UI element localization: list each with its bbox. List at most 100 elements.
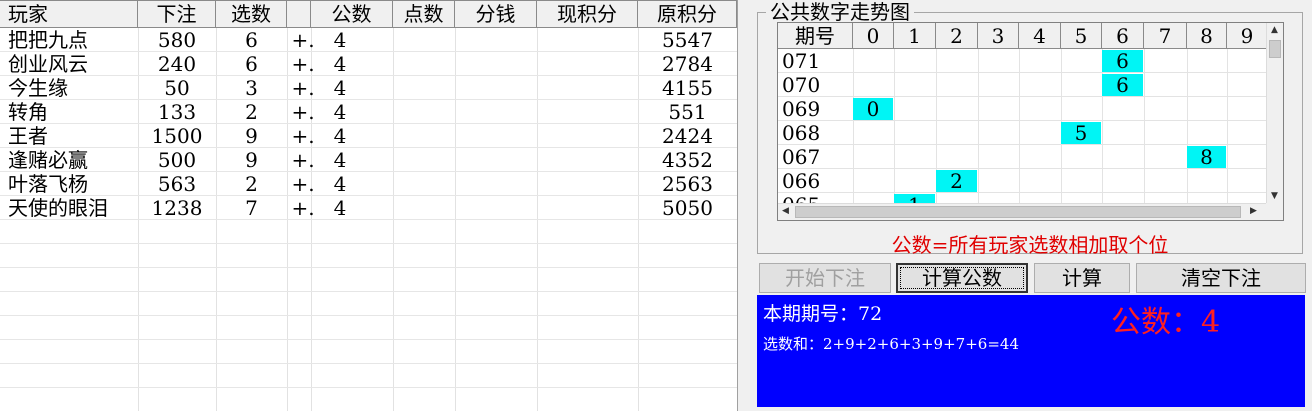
pick-cell: 6 — [245, 52, 258, 76]
header-blank[interactable] — [287, 0, 311, 28]
trend-grid[interactable]: 期号01234567890716070606900685067806620651… — [777, 22, 1284, 221]
table-row[interactable]: 把把九点 580 6 +. 4 5547 — [0, 28, 737, 52]
original-score-cell: 2563 — [662, 172, 713, 196]
trend-header-digit: 1 — [894, 23, 936, 49]
trend-horizontal-scrollbar[interactable]: ◀ ▶ — [778, 203, 1268, 220]
trend-period-label: 067 — [782, 145, 821, 169]
vertical-scroll-thumb[interactable] — [1269, 40, 1281, 58]
calculate-button[interactable]: 计算 — [1034, 263, 1130, 293]
result-panel: 本期期号：72 选数和：2+9+2+6+3+9+7+6=44 公数：4 — [757, 295, 1305, 407]
table-row[interactable]: 叶落飞杨 563 2 +. 4 2563 — [0, 172, 737, 196]
code-cell: 4 — [333, 124, 347, 148]
points-cell — [393, 124, 455, 148]
trend-period-label: 068 — [782, 121, 821, 145]
start-betting-button[interactable]: 开始下注 — [759, 263, 891, 293]
picks-sum: 选数和：2+9+2+6+3+9+7+6=44 — [763, 335, 1019, 353]
horizontal-scroll-thumb[interactable] — [795, 206, 1241, 218]
header-pick[interactable]: 选数 — [216, 0, 287, 28]
header-original-score[interactable]: 原积分 — [638, 0, 737, 28]
bet-cell: 240 — [157, 52, 197, 76]
scroll-up-icon[interactable]: ▲ — [1271, 25, 1278, 35]
player-name-cell: 天使的眼泪 — [8, 196, 108, 220]
points-cell — [393, 76, 455, 100]
pick-cell: 9 — [245, 124, 258, 148]
player-name-cell: 王者 — [8, 124, 48, 148]
table-row[interactable]: 王者 1500 9 +. 4 2424 — [0, 124, 737, 148]
bet-cell: 580 — [157, 28, 197, 52]
scroll-left-icon[interactable]: ◀ — [782, 206, 789, 216]
points-cell — [393, 172, 455, 196]
public-code-result: 公数：4 — [1111, 305, 1221, 340]
code-cell: 4 — [333, 148, 347, 172]
player-name-cell: 创业风云 — [8, 52, 88, 76]
header-current-score[interactable]: 现积分 — [537, 0, 638, 28]
player-name-cell: 今生缘 — [8, 76, 68, 100]
table-row[interactable]: 创业风云 240 6 +. 4 2784 — [0, 52, 737, 76]
table-row[interactable] — [0, 388, 737, 411]
table-row[interactable] — [0, 220, 737, 244]
trend-digit-mark: 6 — [1102, 50, 1143, 72]
trend-header-digit: 8 — [1187, 23, 1227, 49]
current-score-cell — [537, 124, 638, 148]
money-cell — [455, 76, 537, 100]
points-cell — [393, 52, 455, 76]
current-score-cell — [537, 172, 638, 196]
header-money[interactable]: 分钱 — [455, 0, 537, 28]
money-cell — [455, 28, 537, 52]
bet-cell: 50 — [164, 76, 190, 100]
current-period: 本期期号：72 — [763, 303, 883, 325]
original-score-cell: 2424 — [662, 124, 713, 148]
trend-vertical-scrollbar[interactable]: ▲ ▼ — [1266, 23, 1283, 204]
trend-header-digit: 5 — [1061, 23, 1102, 49]
header-player[interactable]: 玩家 — [0, 0, 138, 28]
trend-header-digit: 2 — [936, 23, 978, 49]
money-cell — [455, 100, 537, 124]
header-points[interactable]: 点数 — [393, 0, 455, 28]
code-cell: 4 — [333, 76, 347, 100]
table-row[interactable] — [0, 364, 737, 388]
money-cell — [455, 124, 537, 148]
table-row[interactable]: 天使的眼泪 1238 7 +. 4 5050 — [0, 196, 737, 220]
trend-header-period: 期号 — [778, 23, 853, 49]
player-name-cell: 叶落飞杨 — [8, 172, 88, 196]
header-bet[interactable]: 下注 — [138, 0, 216, 28]
header-code[interactable]: 公数 — [311, 0, 393, 28]
pick-cell: 9 — [245, 148, 258, 172]
table-row[interactable]: 转角 133 2 +. 4 551 — [0, 100, 737, 124]
table-row[interactable] — [0, 292, 737, 316]
calculate-code-button[interactable]: 计算公数 — [896, 263, 1028, 293]
trend-digit-mark: 5 — [1061, 122, 1101, 144]
current-score-cell — [537, 28, 638, 52]
money-cell — [455, 172, 537, 196]
trend-row — [778, 169, 1268, 193]
current-score-cell — [537, 148, 638, 172]
scroll-right-icon[interactable]: ▶ — [1250, 206, 1257, 216]
trend-digit-mark: 2 — [936, 170, 977, 192]
player-name-cell: 把把九点 — [8, 28, 88, 52]
pick-cell: 2 — [245, 172, 258, 196]
money-cell — [455, 196, 537, 220]
players-grid[interactable]: 玩家 下注 选数 公数 点数 分钱 现积分 原积分 把把九点 580 6 +. 4 5547 创业风云 24… — [0, 0, 738, 411]
money-cell — [455, 52, 537, 76]
bet-cell: 1238 — [151, 196, 203, 220]
table-row[interactable] — [0, 340, 737, 364]
bet-cell: 500 — [157, 148, 197, 172]
scroll-down-icon[interactable]: ▼ — [1271, 191, 1278, 201]
trend-header-digit: 4 — [1019, 23, 1061, 49]
bet-cell: 133 — [157, 100, 197, 124]
table-row[interactable] — [0, 244, 737, 268]
table-row[interactable]: 逢赌必赢 500 9 +. 4 4352 — [0, 148, 737, 172]
trend-digit-mark: 8 — [1187, 146, 1226, 168]
pick-cell: 6 — [245, 28, 258, 52]
points-cell — [393, 28, 455, 52]
table-row[interactable] — [0, 316, 737, 340]
table-row[interactable] — [0, 268, 737, 292]
original-score-cell: 4352 — [662, 148, 713, 172]
code-cell: 4 — [333, 196, 347, 220]
trend-period-label: 066 — [782, 169, 821, 193]
original-score-cell: 4155 — [662, 76, 713, 100]
player-name-cell: 逢赌必赢 — [8, 148, 88, 172]
pick-cell: 7 — [245, 196, 258, 220]
clear-bets-button[interactable]: 清空下注 — [1136, 263, 1306, 293]
table-row[interactable]: 今生缘 50 3 +. 4 4155 — [0, 76, 737, 100]
